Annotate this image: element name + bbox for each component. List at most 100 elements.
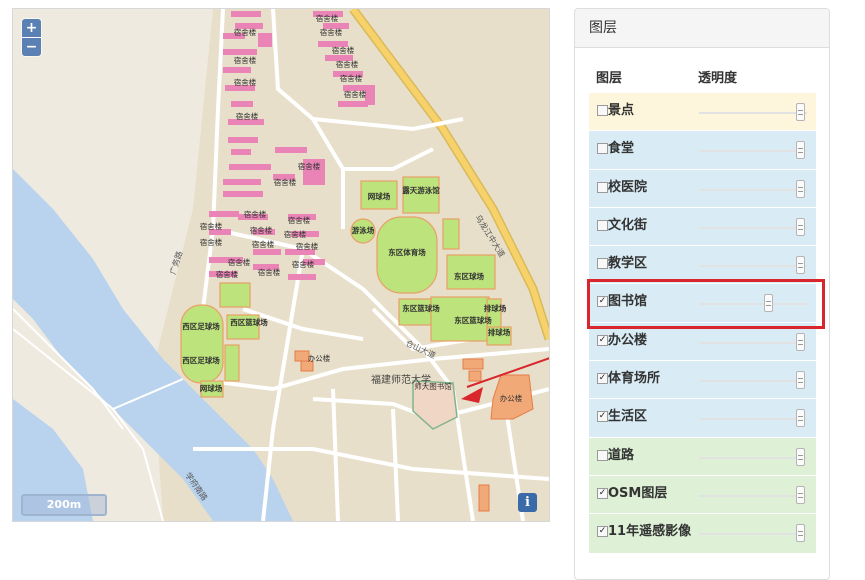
svg-text:宿舍楼: 宿舍楼 [316, 13, 339, 23]
layer-checkbox[interactable]: ✓ [597, 487, 608, 499]
column-opacity: 透明度 [698, 71, 738, 86]
svg-text:办公楼: 办公楼 [308, 353, 331, 363]
svg-text:宿舍楼: 宿舍楼 [336, 59, 359, 69]
map-view[interactable]: 宿舍楼 宿舍楼 宿舍楼 宿舍楼 宿舍楼 宿舍楼 宿舍楼 宿舍楼 宿舍楼 宿舍楼 … [12, 8, 550, 522]
opacity-slider-handle[interactable] [796, 179, 805, 198]
layer-checkbox[interactable]: ✓ [597, 411, 608, 423]
opacity-slider-track[interactable] [699, 265, 807, 268]
opacity-slider-handle[interactable] [796, 409, 805, 428]
layer-checkbox[interactable]: ✓ [597, 334, 608, 346]
svg-text:排球场: 排球场 [488, 327, 511, 337]
layer-checkbox[interactable] [597, 105, 608, 116]
svg-text:露天游泳馆: 露天游泳馆 [402, 185, 440, 195]
svg-text:东区篮球场: 东区篮球场 [454, 315, 492, 325]
svg-text:宿舍楼: 宿舍楼 [292, 259, 315, 269]
opacity-slider-track[interactable] [699, 226, 807, 229]
svg-text:福建师范大学: 福建师范大学 [371, 373, 431, 386]
svg-text:办公楼: 办公楼 [500, 393, 523, 403]
svg-text:宿舍楼: 宿舍楼 [258, 267, 281, 277]
zoom-control: + − [22, 19, 41, 56]
opacity-slider-handle[interactable] [796, 485, 805, 504]
svg-text:宿舍楼: 宿舍楼 [288, 215, 311, 225]
layer-row: 道路 [589, 436, 816, 475]
info-icon[interactable]: i [518, 493, 537, 512]
svg-text:宿舍楼: 宿舍楼 [216, 269, 239, 279]
layer-checkbox[interactable] [597, 219, 608, 231]
layer-checkbox[interactable]: ✓ [597, 373, 608, 385]
map-label-dorm: 宿舍楼 [234, 27, 257, 37]
svg-text:宿舍楼: 宿舍楼 [234, 55, 257, 65]
svg-text:宿舍楼: 宿舍楼 [252, 239, 275, 249]
svg-text:宿舍楼: 宿舍楼 [274, 177, 297, 187]
svg-text:宿舍楼: 宿舍楼 [228, 257, 251, 267]
svg-text:宿舍楼: 宿舍楼 [234, 77, 257, 87]
svg-text:宿舍楼: 宿舍楼 [200, 221, 223, 231]
svg-text:宿舍楼: 宿舍楼 [298, 161, 321, 171]
opacity-slider-handle[interactable] [796, 256, 805, 275]
opacity-slider-track[interactable] [699, 150, 807, 153]
svg-text:宿舍楼: 宿舍楼 [200, 237, 223, 247]
opacity-slider-handle[interactable] [796, 103, 805, 121]
opacity-slider-track[interactable] [699, 380, 807, 383]
opacity-slider-handle[interactable] [796, 371, 805, 390]
layer-checkbox[interactable] [597, 143, 608, 155]
svg-text:排球场: 排球场 [484, 303, 507, 313]
layer-row: ✓ 体育场所 [589, 360, 816, 399]
panel-title: 图层 [575, 9, 829, 48]
opacity-slider-track[interactable] [699, 456, 807, 459]
svg-text:宿舍楼: 宿舍楼 [284, 229, 307, 239]
layer-name: 教学区 [608, 256, 648, 272]
layer-row: 教学区 [589, 245, 816, 284]
column-layer: 图层 [596, 71, 623, 86]
layer-name: 校医院 [608, 179, 648, 195]
opacity-slider-track[interactable] [699, 494, 807, 497]
svg-text:宿舍楼: 宿舍楼 [344, 89, 367, 99]
layer-checkbox[interactable] [597, 181, 608, 193]
layer-row: ✓ OSM图层 [589, 474, 816, 514]
layer-row: 文化街 [589, 206, 816, 246]
layer-row: ✓ 11年遥感影像 [589, 513, 816, 554]
layer-name: 11年遥感影像 [608, 524, 692, 540]
svg-text:网球场: 网球场 [200, 383, 223, 393]
svg-text:宿舍楼: 宿舍楼 [296, 241, 319, 251]
svg-text:东区篮球场: 东区篮球场 [402, 303, 440, 313]
layer-checkbox[interactable]: ✓ [597, 526, 608, 538]
opacity-slider-track[interactable] [699, 341, 807, 344]
layer-name: 生活区 [608, 409, 648, 425]
svg-text:西区足球场: 西区足球场 [182, 355, 220, 365]
layer-name: 食堂 [608, 141, 635, 157]
svg-text:东区球场: 东区球场 [454, 271, 484, 281]
svg-text:宿舍楼: 宿舍楼 [244, 209, 267, 219]
opacity-slider-handle[interactable] [796, 217, 805, 236]
svg-text:西区足球场: 西区足球场 [182, 321, 220, 331]
svg-text:西区篮球场: 西区篮球场 [230, 317, 268, 327]
opacity-slider-handle[interactable] [796, 524, 805, 543]
opacity-slider-handle[interactable] [796, 141, 805, 160]
opacity-slider-track[interactable] [699, 418, 807, 421]
zoom-in-button[interactable]: + [22, 19, 41, 37]
layer-name: 办公楼 [608, 332, 648, 348]
zoom-out-button[interactable]: − [22, 37, 41, 56]
svg-text:游泳场: 游泳场 [352, 225, 375, 235]
opacity-slider-track[interactable] [699, 533, 807, 536]
layer-row: 校医院 [589, 168, 816, 207]
highlight-box [587, 279, 825, 329]
svg-text:宿舍楼: 宿舍楼 [236, 111, 259, 121]
layer-row: ✓ 生活区 [589, 398, 816, 437]
layer-name: 道路 [608, 447, 635, 463]
scale-bar: 200m [21, 494, 107, 516]
opacity-slider-track[interactable] [699, 188, 807, 191]
layer-name: OSM图层 [608, 485, 668, 501]
map-canvas: 宿舍楼 宿舍楼 宿舍楼 宿舍楼 宿舍楼 宿舍楼 宿舍楼 宿舍楼 宿舍楼 宿舍楼 … [13, 9, 549, 521]
layer-name: 体育场所 [608, 371, 661, 387]
opacity-slider-handle[interactable] [796, 332, 805, 351]
opacity-slider-track[interactable] [699, 112, 807, 114]
layer-checkbox[interactable] [597, 258, 608, 270]
layer-row: 食堂 [589, 130, 816, 169]
layer-name: 文化街 [608, 217, 648, 233]
opacity-slider-handle[interactable] [796, 447, 805, 466]
layer-checkbox[interactable] [597, 449, 608, 461]
svg-text:网球场: 网球场 [368, 191, 391, 201]
layer-row: 景点 [589, 92, 816, 131]
svg-text:宿舍楼: 宿舍楼 [250, 225, 273, 235]
